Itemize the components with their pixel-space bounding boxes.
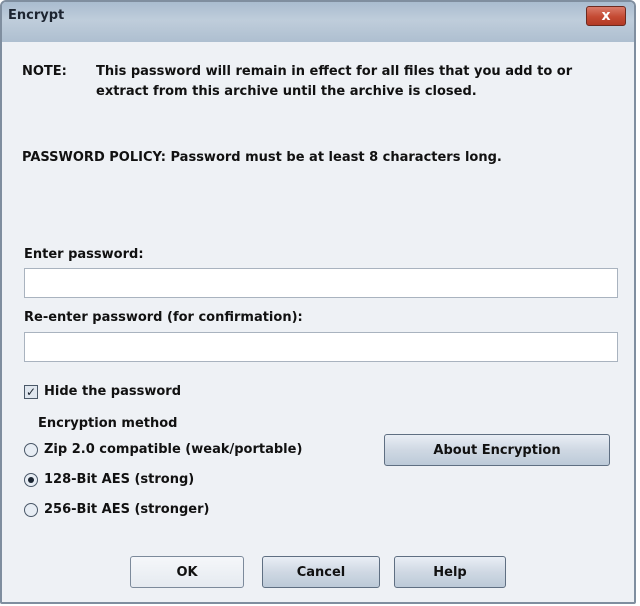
hide-password-checkbox[interactable]: ✓ <box>24 384 38 399</box>
note-section: NOTE: This password will remain in effec… <box>22 64 612 102</box>
enter-password-label: Enter password: <box>24 247 144 262</box>
title-bar[interactable]: Encrypt x <box>2 2 634 43</box>
cancel-button[interactable]: Cancel <box>262 556 380 588</box>
note-text: This password will remain in effect for … <box>96 64 573 99</box>
ok-button[interactable]: OK <box>130 556 244 588</box>
password-policy-text: PASSWORD POLICY: Password must be at lea… <box>22 150 502 165</box>
radio-label: Zip 2.0 compatible (weak/portable) <box>44 442 303 457</box>
note-label: NOTE: <box>22 64 67 79</box>
help-button[interactable]: Help <box>394 556 506 588</box>
window-title: Encrypt <box>8 8 65 23</box>
close-icon: x <box>601 8 611 24</box>
radio-label: 128-Bit AES (strong) <box>44 472 195 487</box>
radio-button[interactable] <box>24 502 38 517</box>
checkmark-icon: ✓ <box>25 384 37 399</box>
hide-password-row[interactable]: ✓ Hide the password <box>24 384 181 399</box>
hide-password-label: Hide the password <box>44 384 182 399</box>
about-encryption-button[interactable]: About Encryption <box>384 434 610 466</box>
close-button[interactable]: x <box>586 6 626 26</box>
radio-label: 256-Bit AES (stronger) <box>44 502 210 517</box>
radio-button[interactable] <box>24 472 38 487</box>
encrypt-dialog: Encrypt x NOTE: This password will remai… <box>0 0 636 604</box>
radio-aes128[interactable]: 128-Bit AES (strong) <box>24 472 194 487</box>
radio-zip20[interactable]: Zip 2.0 compatible (weak/portable) <box>24 442 302 457</box>
dialog-body: NOTE: This password will remain in effec… <box>2 42 634 602</box>
radio-button[interactable] <box>24 442 38 457</box>
encryption-method-title: Encryption method <box>38 416 178 431</box>
password-input[interactable] <box>24 268 618 298</box>
confirm-password-input[interactable] <box>24 332 618 362</box>
radio-aes256[interactable]: 256-Bit AES (stronger) <box>24 502 209 517</box>
confirm-password-label: Re-enter password (for confirmation): <box>24 310 303 325</box>
